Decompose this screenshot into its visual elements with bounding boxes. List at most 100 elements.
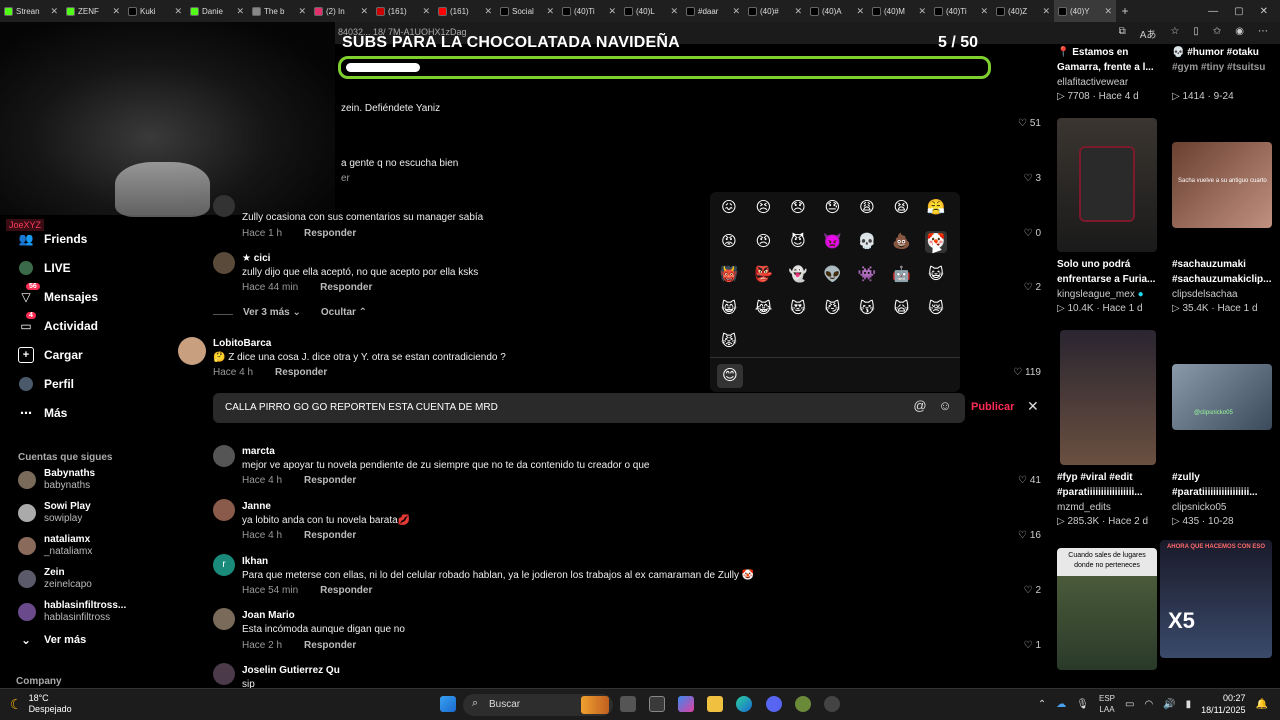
emoji-option[interactable]: 😸 [718,298,740,320]
see-more-button[interactable]: ⌄ Ver más [18,632,86,648]
close-tab-icon[interactable]: ✕ [608,6,616,17]
reply-button[interactable]: Responder [320,282,372,293]
comment-author[interactable]: Janne [242,501,271,512]
emoji-option[interactable]: 😞 [787,197,809,219]
app-icon[interactable] [795,696,811,712]
close-tab-icon[interactable]: ✕ [980,6,988,17]
close-tab-icon[interactable]: ✕ [360,6,368,17]
emoji-option[interactable]: 💀 [856,231,878,253]
profile-avatar-icon[interactable]: ◉ [1235,26,1244,41]
browser-tab[interactable]: (40)A ✕ [806,0,868,22]
emoji-option[interactable]: 😫 [891,197,913,219]
emoji-option[interactable]: 😣 [753,197,775,219]
browser-tab[interactable]: (161) ✕ [372,0,434,22]
browser-tab[interactable]: Danie ✕ [186,0,248,22]
close-tab-icon[interactable]: ✕ [1104,6,1112,17]
following-account[interactable]: hablasinfiltross... hablasinfiltross [18,600,126,624]
browser-tab[interactable]: (40)Ti ✕ [930,0,992,22]
emoji-option[interactable]: 👹 [718,264,740,286]
nav-more[interactable]: ⋯ Más [18,405,67,421]
browser-tab[interactable]: (40)Z ✕ [992,0,1054,22]
microphone-icon[interactable]: 🎙 [1076,699,1089,710]
emoji-option[interactable]: 👿 [822,231,844,253]
bookmark-star-icon[interactable]: ☆ [1170,26,1179,41]
close-tab-icon[interactable]: ✕ [856,6,864,17]
close-window-icon[interactable]: ✕ [1260,6,1268,17]
close-tab-icon[interactable]: ✕ [794,6,802,17]
split-screen-icon[interactable]: ▯ [1193,26,1199,41]
reply-button[interactable]: Responder [320,585,372,596]
browser-tab[interactable]: (40)# ✕ [744,0,806,22]
view-more-replies-button[interactable]: Ver 3 más ⌄ [213,307,301,318]
like-button[interactable]: ♡ 16 [1018,530,1041,541]
browser-tab[interactable]: (40)Y ✕ [1054,0,1116,22]
publish-button[interactable]: Publicar [971,401,1014,413]
close-tab-icon[interactable]: ✕ [112,6,120,17]
browser-tab[interactable]: Kuki ✕ [124,0,186,22]
reply-button[interactable]: Responder [304,228,356,239]
comment-author[interactable]: Ikhan [242,556,268,567]
reply-input-box[interactable]: CALLA PIRRO GO GO REPORTEN ESTA CUENTA D… [213,393,965,423]
emoji-option[interactable]: 😺 [925,264,947,286]
reply-button[interactable]: Responder [304,640,356,651]
close-tab-icon[interactable]: ✕ [236,6,244,17]
close-tab-icon[interactable]: ✕ [732,6,740,17]
browser-tab[interactable]: ZENF ✕ [62,0,124,22]
edge-browser-icon[interactable] [736,696,752,712]
avatar[interactable] [213,499,235,521]
taskbar-search[interactable]: ⌕ Buscar [463,694,613,716]
emoji-option[interactable]: 👻 [787,264,809,286]
like-button[interactable]: ♡ 2 [1023,585,1041,596]
emoji-option[interactable]: 😤 [925,197,947,219]
emoji-option[interactable]: 😡 [718,231,740,253]
like-button[interactable]: ♡ 3 [1023,173,1041,184]
video-thumbnail[interactable]: Sacha vuelve a su antiguo cuarto [1172,142,1272,228]
close-tab-icon[interactable]: ✕ [484,6,492,17]
display-icon[interactable]: ▭ [1125,699,1134,710]
nav-profile[interactable]: Perfil [18,376,74,392]
emoji-option[interactable]: 😿 [925,298,947,320]
reader-icon[interactable]: Aあ [1140,26,1157,41]
emoji-option[interactable]: 😠 [753,231,775,253]
video-thumbnail[interactable]: Cuando sales de lugares donde no pertene… [1057,548,1157,670]
emoji-option[interactable]: 👽 [822,264,844,286]
close-tab-icon[interactable]: ✕ [1042,6,1050,17]
avatar[interactable] [213,252,235,274]
browser-tab[interactable]: Strean ✕ [0,0,62,22]
emoji-option[interactable]: 😹 [753,298,775,320]
close-icon[interactable]: ✕ [1027,398,1039,415]
close-tab-icon[interactable]: ✕ [50,6,58,17]
file-explorer-icon[interactable] [707,696,723,712]
emoji-option[interactable]: 💩 [891,231,913,253]
video-thumbnail[interactable]: @clipsnicko05 [1172,364,1272,430]
like-button[interactable]: ♡ 1 [1023,640,1041,651]
avatar[interactable] [213,663,235,685]
chevron-up-icon[interactable]: ⌃ [1038,699,1046,710]
like-button[interactable]: ♡ 41 [1018,475,1041,486]
close-tab-icon[interactable]: ✕ [298,6,306,17]
browser-tab[interactable]: (40)L ✕ [620,0,682,22]
close-tab-icon[interactable]: ✕ [546,6,554,17]
like-button[interactable]: ♡ 119 [1013,367,1041,378]
emoji-option[interactable]: 😻 [787,298,809,320]
avatar[interactable] [213,445,235,467]
comment-author[interactable]: LobitoBarca [213,338,271,349]
comment-author[interactable]: Joselin Gutierrez Qu [242,665,340,676]
emoji-option[interactable]: 😖 [718,197,740,219]
browser-tab[interactable]: The b ✕ [248,0,310,22]
browser-tab[interactable]: (40)Ti ✕ [558,0,620,22]
nav-activity[interactable]: ▭ 4 Actividad [18,312,98,334]
minimize-icon[interactable]: — [1208,6,1218,17]
comment-author[interactable]: marcta [242,446,275,457]
reply-button[interactable]: Responder [304,475,356,486]
notifications-icon[interactable]: 🔔 [1256,699,1268,710]
emoji-option[interactable]: 👾 [856,264,878,286]
cloud-icon[interactable]: ☁ [1056,699,1066,710]
video-thumbnail[interactable]: AHORA QUE HACEMOS CON ESO X5 [1160,540,1272,658]
avatar[interactable] [213,608,235,630]
discord-icon[interactable] [766,696,782,712]
video-thumbnail[interactable] [1057,118,1157,252]
nav-messages[interactable]: ▽ 56 Mensajes [18,283,98,305]
open-external-icon[interactable]: ⧉ [1119,26,1126,41]
emoji-option[interactable]: 😩 [856,197,878,219]
